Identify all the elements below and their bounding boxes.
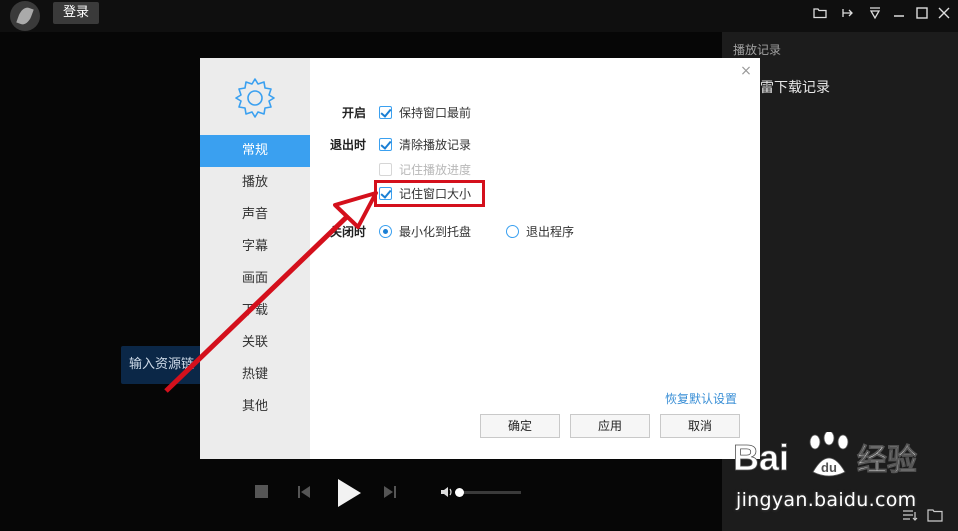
minimize-to-tray-option[interactable]: 最小化到托盘 [379,223,471,240]
play-history-title: 播放记录 [733,43,782,57]
nav-audio[interactable]: 声音 [200,199,310,231]
stop-icon[interactable] [255,485,268,498]
dialog-close-button[interactable]: × [740,64,752,78]
maximize-icon[interactable] [912,3,932,23]
clear-history-checkbox[interactable] [379,138,392,151]
keep-on-top-option[interactable]: 保持窗口最前 [379,104,471,121]
annotation-highlight-box [374,180,485,207]
remember-progress-label: 记住播放进度 [399,163,472,177]
volume-slider[interactable] [454,488,521,497]
nav-association[interactable]: 关联 [200,327,310,359]
history-item[interactable]: 雷下载记录 [760,77,830,97]
minimize-to-tray-radio[interactable] [379,225,392,238]
volume-knob[interactable] [454,488,464,497]
exit-program-label: 退出程序 [526,225,575,239]
svg-text:经验: 经验 [857,443,917,478]
keep-on-top-checkbox[interactable] [379,106,392,119]
keep-on-top-label: 保持窗口最前 [399,106,472,120]
minimize-icon[interactable] [889,3,909,23]
minimize-to-tray-label: 最小化到托盘 [399,225,472,239]
remember-progress-checkbox [379,163,392,176]
exit-program-option[interactable]: 退出程序 [506,223,574,240]
settings-dialog: 常规 播放 声音 字幕 画面 下载 关联 热键 其他 × 开启 保持窗口最前 退… [200,58,760,459]
exit-program-radio[interactable] [506,225,519,238]
next-icon[interactable] [383,485,397,499]
baidu-watermark-url: jingyan.baidu.com [736,489,917,511]
svg-text:Bai: Bai [733,437,789,478]
on-close-label: 关闭时 [330,225,367,239]
nav-hotkeys[interactable]: 热键 [200,359,310,391]
folder-icon[interactable] [810,3,830,23]
nav-general[interactable]: 常规 [200,135,310,167]
ok-button[interactable]: 确定 [480,414,560,438]
on-exit-label: 退出时 [330,138,367,152]
pin-icon[interactable] [837,3,857,23]
apply-button[interactable]: 应用 [570,414,650,438]
svg-text:du: du [821,460,837,475]
open-folder-icon[interactable] [927,508,943,522]
restore-defaults-link[interactable]: 恢复默认设置 [665,390,737,407]
nav-subtitles[interactable]: 字幕 [200,231,310,263]
close-window-icon[interactable] [934,3,954,23]
baidu-watermark-logo: Bai du 经验 [733,432,917,478]
login-button[interactable]: 登录 [53,2,99,24]
clear-history-label: 清除播放记录 [399,138,472,152]
app-logo [10,1,40,31]
nav-download[interactable]: 下载 [200,295,310,327]
nav-other[interactable]: 其他 [200,391,310,423]
startup-label: 开启 [342,106,367,120]
previous-icon[interactable] [297,485,311,499]
volume-icon[interactable] [440,485,456,499]
play-icon[interactable] [336,478,362,508]
remember-progress-option: 记住播放进度 [379,161,471,178]
nav-picture[interactable]: 画面 [200,263,310,295]
gear-icon [235,78,275,118]
clear-history-option[interactable]: 清除播放记录 [379,136,471,153]
title-bar: 登录 [0,0,958,32]
menu-dropdown-icon[interactable] [865,3,885,23]
cancel-button[interactable]: 取消 [660,414,740,438]
settings-sidebar: 常规 播放 声音 字幕 画面 下载 关联 热键 其他 [200,58,310,459]
nav-playback[interactable]: 播放 [200,167,310,199]
